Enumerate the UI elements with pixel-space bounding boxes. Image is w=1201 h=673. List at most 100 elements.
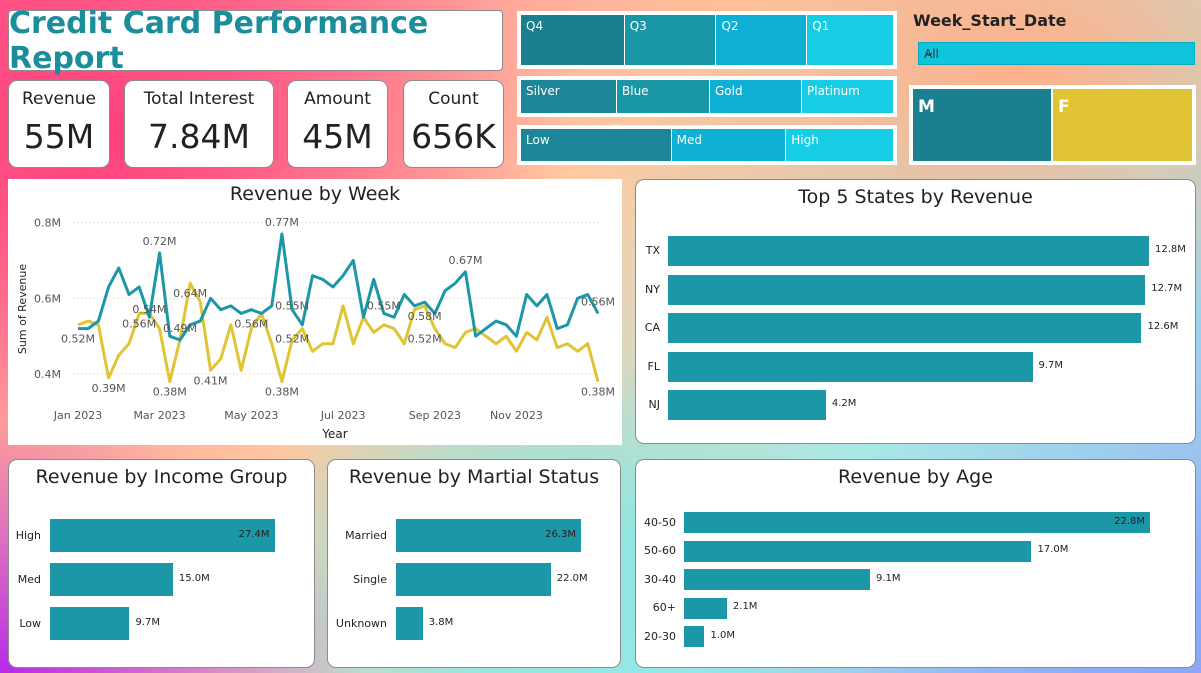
data-label: 0.77M [265, 216, 299, 229]
slicer-q3[interactable]: Q3 [624, 15, 716, 65]
slicer-q2[interactable]: Q2 [716, 15, 807, 65]
bar[interactable] [684, 597, 727, 619]
bar-value-label: 3.8M [428, 616, 454, 628]
data-label: 0.38M [265, 386, 299, 399]
data-label: 0.49M [163, 322, 197, 335]
data-label: 0.56M [234, 317, 268, 330]
bar-value-label: 4.2M [831, 398, 857, 409]
data-label: 0.55M [367, 299, 401, 312]
bar[interactable] [668, 313, 1142, 343]
bar-category-label: 30-40 [644, 572, 676, 586]
bar-value-label: 22.0M [556, 572, 588, 584]
bar-category-label: Low [19, 616, 41, 630]
x-tick-label: Mar 2023 [133, 409, 185, 422]
bar-category-label: CA [644, 321, 660, 334]
x-tick-label: Nov 2023 [490, 409, 543, 422]
slicer-high[interactable]: High [786, 129, 893, 161]
bar[interactable] [668, 351, 1033, 382]
data-label: 0.64M [173, 287, 207, 300]
bar-value-label: 9.7M [1038, 359, 1064, 371]
bar-value-label: 12.6M [1147, 321, 1179, 332]
data-label: 0.54M [132, 303, 166, 316]
data-label: 0.52M [61, 333, 95, 346]
y-axis-title: Sum of Revenue [16, 264, 29, 354]
kpi-value: 45M [302, 117, 373, 156]
kpi-value: 55M [23, 117, 95, 156]
y-tick-label: 0.4M [34, 368, 61, 381]
x-tick-label: Sep 2023 [409, 409, 461, 422]
slicer-gold[interactable]: Gold [710, 80, 801, 113]
kpi-label: Count [428, 89, 479, 109]
slicer-male[interactable]: M [913, 89, 1051, 161]
bar-category-label: NJ [648, 398, 660, 411]
data-label: 0.72M [143, 235, 177, 248]
bar-category-label: Unknown [335, 616, 387, 630]
bar-category-label: Married [345, 528, 387, 542]
slicer-q4[interactable]: Q4 [521, 15, 624, 65]
bar-value-label: 9.1M [875, 572, 901, 584]
x-tick-label: Jan 2023 [53, 409, 102, 422]
data-label: 0.58M [408, 310, 442, 323]
report-title-box: Credit Card Performance Report [8, 5, 503, 76]
data-label: 0.38M [153, 386, 187, 399]
data-label: 0.52M [408, 333, 442, 346]
x-tick-label: May 2023 [224, 409, 278, 422]
bar[interactable] [668, 390, 826, 420]
data-label: 0.38M [581, 386, 615, 399]
kpi-count: Count 656K [403, 80, 504, 168]
chart-title: Revenue by Age [838, 466, 993, 488]
bar[interactable] [50, 563, 173, 596]
data-label: 0.67M [448, 254, 482, 267]
slicer-silver[interactable]: Silver [521, 80, 616, 113]
bar-value-label: 15.0M [178, 572, 210, 584]
top-states-card: Top 5 States by Revenue TX 12.8M NY 12.7M CA… [635, 179, 1196, 444]
bar-value-label: 1.0M [710, 629, 735, 641]
bar[interactable] [668, 274, 1146, 305]
bar[interactable] [396, 607, 423, 640]
bar[interactable] [684, 540, 1032, 562]
kpi-label: Revenue [21, 89, 97, 109]
bar[interactable] [684, 626, 705, 647]
bar-value-label: 12.8M [1155, 244, 1186, 255]
bar[interactable] [50, 607, 130, 640]
chart-title: Revenue by Martial Status [348, 466, 600, 488]
report-title: Credit Card Performance Report [9, 5, 429, 76]
bar-category-label: High [15, 528, 41, 542]
bar[interactable] [684, 569, 870, 590]
gender-slicer: M F [909, 85, 1196, 165]
card-category-slicer: Silver Blue Gold Platinum [517, 76, 897, 117]
slicer-q1[interactable]: Q1 [807, 15, 893, 65]
bar-category-label: TX [645, 244, 660, 257]
bar-value-label: 22.8M [1114, 515, 1145, 527]
data-label: 0.39M [92, 382, 126, 395]
level-slicer: Low Med High [517, 125, 897, 165]
bar[interactable] [396, 563, 551, 596]
kpi-total-interest: Total Interest 7.84M [124, 80, 274, 168]
week-filter-dropdown[interactable]: All ⌄ [918, 42, 1195, 65]
bar-category-label: 50-60 [644, 544, 676, 557]
slicer-low[interactable]: Low [521, 129, 671, 161]
bar-value-label: 9.7M [135, 616, 160, 628]
slicer-med[interactable]: Med [671, 129, 786, 161]
chevron-down-icon[interactable]: ⌄ [924, 45, 1186, 60]
bar-value-label: 2.1M [732, 601, 758, 612]
revenue-by-week-card: Revenue by Week Sum of Revenue Year 0.8M… [8, 179, 622, 445]
bar[interactable] [684, 512, 1150, 533]
chart-title: Top 5 States by Revenue [798, 186, 1033, 208]
slicer-blue[interactable]: Blue [617, 80, 709, 113]
kpi-label: Total Interest [143, 89, 255, 109]
bar-category-label: Med [17, 572, 41, 586]
bar-value-label: 26.3M [545, 528, 576, 540]
y-tick-label: 0.6M [34, 292, 61, 305]
bar-category-label: Single [353, 572, 387, 586]
kpi-value: 7.84M [148, 117, 250, 156]
quarter-slicer: Q4 Q3 Q2 Q1 [517, 11, 897, 69]
bar-value-label: 27.4M [238, 528, 270, 540]
data-label: 0.55M [275, 299, 309, 312]
data-label: 0.52M [275, 333, 309, 346]
bar[interactable] [668, 236, 1149, 266]
slicer-female[interactable]: F [1053, 89, 1192, 161]
bar-category-label: NY [645, 282, 660, 296]
slicer-platinum[interactable]: Platinum [802, 80, 893, 113]
marital-status-card: Revenue by Martial Status Married 26.3M Si… [327, 459, 621, 668]
